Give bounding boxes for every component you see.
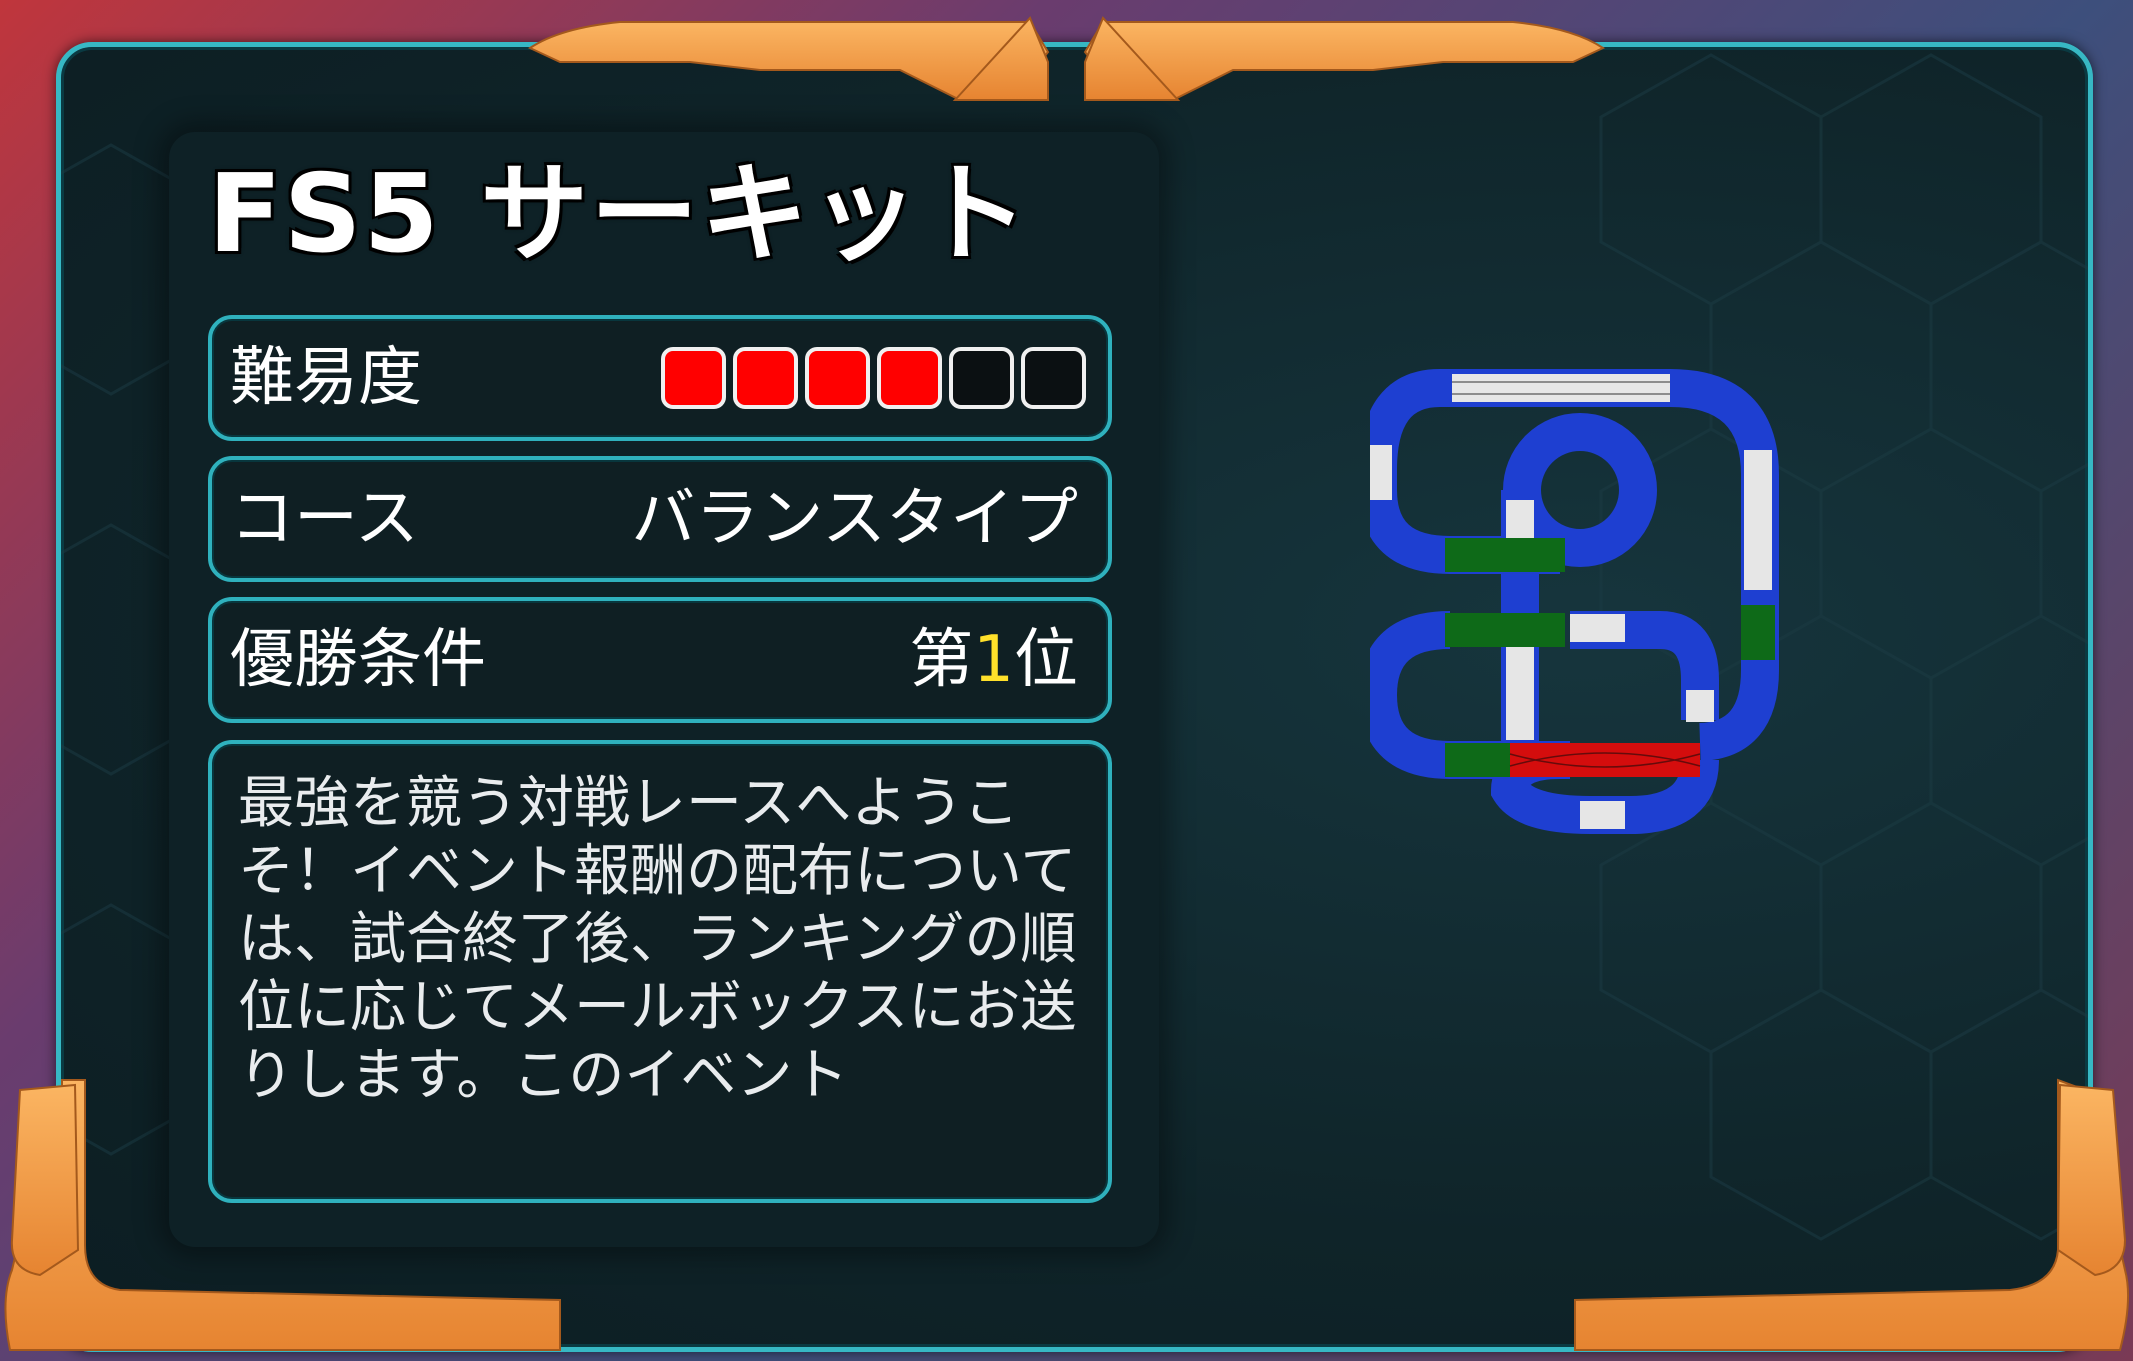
difficulty-block-empty — [949, 347, 1014, 409]
difficulty-block-filled — [805, 347, 870, 409]
difficulty-meter — [661, 347, 1086, 409]
description-text: 最強を競う対戦レースへようこそ！イベント報酬の配布については、試合終了後、ランキ… — [238, 771, 1077, 1108]
course-type-value: バランスタイプ — [631, 482, 1078, 556]
course-type-label: コース — [230, 482, 419, 556]
description-box[interactable]: 最強を競う対戦レースへようこそ！イベント報酬の配布については、試合終了後、ランキ… — [208, 740, 1112, 1203]
victory-condition-label: 優勝条件 — [230, 623, 486, 697]
victory-condition-row: 優勝条件 第1位 — [208, 597, 1112, 723]
difficulty-block-filled — [661, 347, 726, 409]
victory-suffix: 位 — [1014, 623, 1078, 697]
difficulty-block-filled — [733, 347, 798, 409]
difficulty-label: 難易度 — [230, 341, 422, 415]
difficulty-block-filled — [877, 347, 942, 409]
victory-prefix: 第 — [909, 623, 974, 697]
difficulty-row: 難易度 — [208, 315, 1112, 441]
victory-condition-value: 第1位 — [909, 601, 1078, 719]
course-layout-icon — [1370, 369, 1779, 834]
course-type-row: コース バランスタイプ — [208, 456, 1112, 582]
difficulty-block-empty — [1021, 347, 1086, 409]
course-title: FS5 サーキット — [208, 152, 1031, 277]
victory-rank-number: 1 — [973, 623, 1014, 697]
